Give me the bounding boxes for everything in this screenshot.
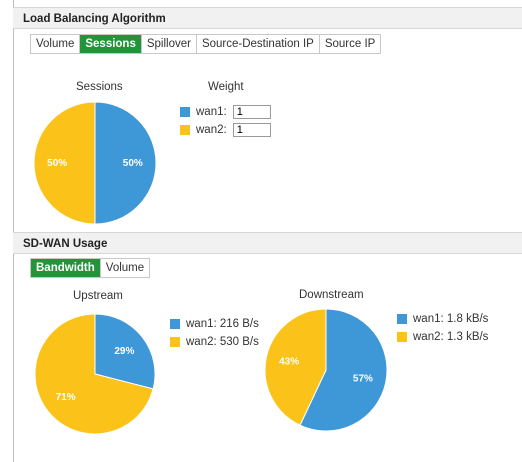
blue-square-icon — [397, 314, 407, 324]
downstream-pie-chart: 57% 43% — [264, 308, 388, 432]
downstream-legend-wan2: wan2: 1.3 kB/s — [397, 329, 488, 345]
pie-label-wan1: 57% — [353, 373, 373, 384]
downstream-legend-wan2-label: wan2: 1.3 kB/s — [413, 331, 489, 343]
downstream-legend: wan1: 1.8 kB/s wan2: 1.3 kB/s — [397, 311, 488, 347]
yellow-square-icon — [397, 332, 407, 342]
downstream-legend-wan1: wan1: 1.8 kB/s — [397, 311, 488, 327]
downstream-legend-wan1-label: wan1: 1.8 kB/s — [413, 313, 489, 325]
pie-label-wan2: 43% — [279, 357, 299, 368]
